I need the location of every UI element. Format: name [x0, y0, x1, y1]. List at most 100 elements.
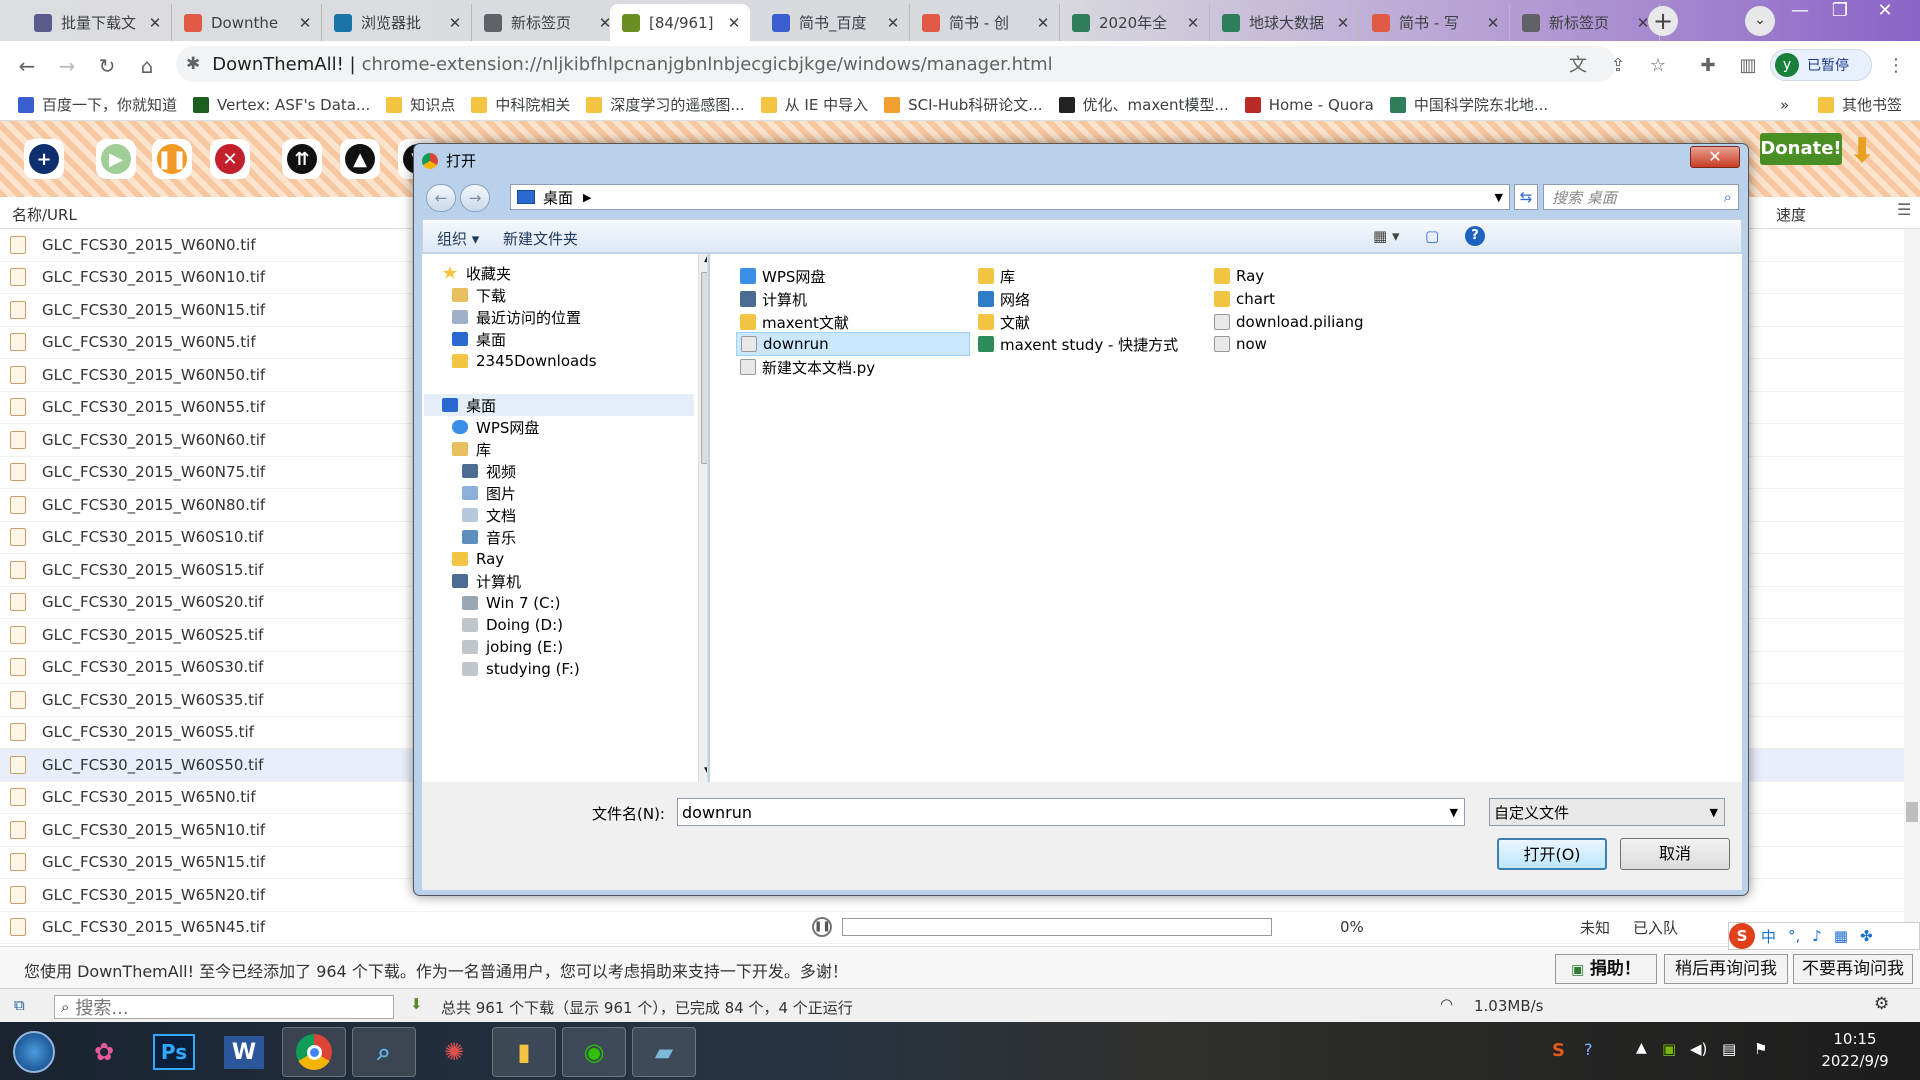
refresh-icon[interactable]: ⇆	[1514, 184, 1538, 210]
nav-drive-f[interactable]: studying (F:)	[462, 658, 580, 680]
volume-tray-icon[interactable]: ◀)	[1690, 1040, 1707, 1058]
new-folder-button[interactable]: 新建文件夹	[503, 228, 578, 249]
file-item[interactable]: maxent study - 快捷方式	[974, 332, 1178, 356]
tab-item[interactable]: 浏览器批 ✕	[322, 4, 472, 41]
bookmark-item[interactable]: 中国科学院东北地...	[1389, 94, 1548, 115]
taskbar-app-explorer[interactable]: ▮	[492, 1027, 556, 1077]
filename-dropdown-icon[interactable]: ▼	[1450, 806, 1458, 819]
pause-button[interactable]: ❚❚	[152, 139, 192, 179]
nav-ray[interactable]: Ray	[452, 548, 504, 570]
nav-scroll-thumb[interactable]	[701, 272, 707, 464]
nav-recent[interactable]: 最近访问的位置	[452, 306, 581, 328]
tab-item[interactable]: 2020年全 ✕	[1060, 4, 1210, 41]
minimize-button[interactable]: —	[1780, 0, 1820, 24]
file-item[interactable]: 库	[974, 264, 1015, 288]
file-item[interactable]: 计算机	[736, 287, 807, 311]
help-icon[interactable]: ?	[1465, 226, 1485, 246]
nav-video[interactable]: 视频	[462, 460, 516, 482]
file-item[interactable]: 新建文本文档.py	[736, 355, 875, 379]
network-tray-icon[interactable]: ▤	[1722, 1040, 1736, 1058]
donate-now-button[interactable]: ▣ 捐助！	[1555, 954, 1657, 984]
dialog-back-button[interactable]: ←	[426, 184, 456, 212]
add-download-button[interactable]: +	[24, 139, 64, 179]
donate-button[interactable]: Donate!	[1760, 133, 1842, 165]
taskbar-app-photos[interactable]: ✿	[72, 1027, 136, 1077]
clipboard-icon[interactable]: ⧉	[14, 996, 25, 1014]
taskbar-app-chrome[interactable]	[282, 1027, 346, 1077]
nav-library[interactable]: 库	[452, 438, 491, 460]
skin-icon[interactable]: ✤	[1860, 927, 1873, 945]
breadcrumb-chevron-icon[interactable]: ▶	[583, 191, 591, 204]
file-item[interactable]: download.piliang	[1210, 310, 1364, 334]
tab-close-icon[interactable]: ✕	[726, 14, 742, 32]
tab-item[interactable]: 新标签页 ✕	[1510, 4, 1660, 41]
taskbar-app-notepad[interactable]: ▰	[632, 1027, 696, 1077]
column-speed[interactable]: 速度	[1776, 204, 1806, 225]
filetype-dropdown-icon[interactable]: ▼	[1710, 806, 1718, 819]
bookmark-item[interactable]: 中科院相关	[471, 94, 570, 115]
file-item[interactable]: downrun	[736, 332, 970, 356]
back-button[interactable]: ←	[12, 51, 42, 81]
nav-drive-e[interactable]: jobing (E:)	[462, 636, 563, 658]
nav-favorites[interactable]: 收藏夹	[442, 262, 511, 284]
keyboard-icon[interactable]: ▦	[1834, 927, 1848, 945]
bookmark-item[interactable]: SCI-Hub科研论文...	[884, 94, 1043, 115]
cancel-download-button[interactable]: ✕	[210, 139, 250, 179]
file-item[interactable]: maxent文献	[736, 310, 849, 334]
preview-pane-icon[interactable]: ▢	[1425, 227, 1439, 245]
nav-desktop[interactable]: 桌面	[424, 394, 694, 416]
tab-item[interactable]: [84/961] ✕	[610, 4, 750, 41]
taskbar-app-photoshop[interactable]: Ps	[142, 1027, 206, 1077]
file-item[interactable]: now	[1210, 332, 1267, 356]
bookmark-item[interactable]: 从 IE 中导入	[760, 94, 868, 115]
tab-close-icon[interactable]: ✕	[297, 14, 313, 32]
nav-computer[interactable]: 计算机	[452, 570, 521, 592]
open-button[interactable]: 打开(O)	[1497, 838, 1607, 870]
reload-button[interactable]: ↻	[92, 51, 122, 81]
new-tab-button[interactable]: +	[1648, 6, 1678, 36]
forward-button[interactable]: →	[52, 51, 82, 81]
extensions-icon[interactable]: ✚	[1696, 54, 1720, 78]
organize-menu[interactable]: 组织 ▾	[437, 228, 479, 249]
ime-mode[interactable]: 中	[1761, 926, 1776, 947]
bookmark-item[interactable]: 知识点	[386, 94, 455, 115]
scrollbar-thumb[interactable]	[1906, 802, 1918, 822]
other-bookmarks[interactable]: 其他书签	[1818, 94, 1902, 115]
nvidia-tray-icon[interactable]: ▣	[1662, 1040, 1676, 1058]
dialog-address-bar[interactable]: 桌面 ▶ ▼	[510, 184, 1510, 210]
search-input[interactable]: ⌕ 搜索...	[54, 995, 394, 1019]
profile-button[interactable]: y 已暂停	[1770, 49, 1872, 81]
nav-drive-d[interactable]: Doing (D:)	[462, 614, 563, 636]
tab-close-icon[interactable]: ✕	[1185, 14, 1201, 32]
tab-item[interactable]: 地球大数据 ✕	[1210, 4, 1360, 41]
nav-music[interactable]: 音乐	[462, 526, 516, 548]
file-item[interactable]: chart	[1210, 287, 1275, 311]
never-ask-button[interactable]: 不要再询问我	[1793, 954, 1913, 984]
pause-icon[interactable]: ❚❚	[812, 917, 832, 938]
address-dropdown-icon[interactable]: ▼	[1495, 191, 1503, 204]
close-window-button[interactable]: ✕	[1865, 0, 1905, 24]
nav-wps[interactable]: WPS网盘	[452, 416, 539, 438]
dialog-search-input[interactable]: 搜索 桌面 ⌕	[1543, 184, 1739, 210]
bookmark-star-icon[interactable]: ☆	[1646, 54, 1670, 78]
list-scrollbar[interactable]	[1904, 229, 1920, 939]
tab-item[interactable]: 简书 - 写 ✕	[1360, 4, 1510, 41]
bookmark-item[interactable]: Home - Quora	[1244, 96, 1374, 114]
dialog-close-button[interactable]: ✕	[1690, 146, 1740, 168]
tab-close-icon[interactable]: ✕	[147, 14, 163, 32]
nav-drive-c[interactable]: Win 7 (C:)	[462, 592, 561, 614]
address-bar[interactable]: ✱ DownThemAll! | chrome-extension://nljk…	[176, 46, 1616, 82]
taskbar-app-search[interactable]: ⌕	[352, 1027, 416, 1077]
filename-input[interactable]: downrun ▼	[677, 798, 1465, 826]
filetype-select[interactable]: 自定义文件 ▼	[1489, 798, 1725, 826]
dialog-title-bar[interactable]: 打开	[422, 150, 476, 171]
mic-icon[interactable]: ♪	[1812, 927, 1822, 945]
column-name[interactable]: 名称/URL	[12, 204, 77, 225]
sogou-tray-icon[interactable]: S	[1552, 1040, 1565, 1061]
tab-item[interactable]: 简书 - 创 ✕	[910, 4, 1060, 41]
ime-toolbar[interactable]: S 中 °, ♪ ▦ ✤	[1728, 922, 1920, 950]
punctuation-icon[interactable]: °,	[1788, 927, 1800, 945]
move-up-button[interactable]: ▲	[340, 139, 380, 179]
tab-item[interactable]: 简书_百度 ✕	[760, 4, 910, 41]
bookmark-item[interactable]: 百度一下，你就知道	[18, 94, 177, 115]
